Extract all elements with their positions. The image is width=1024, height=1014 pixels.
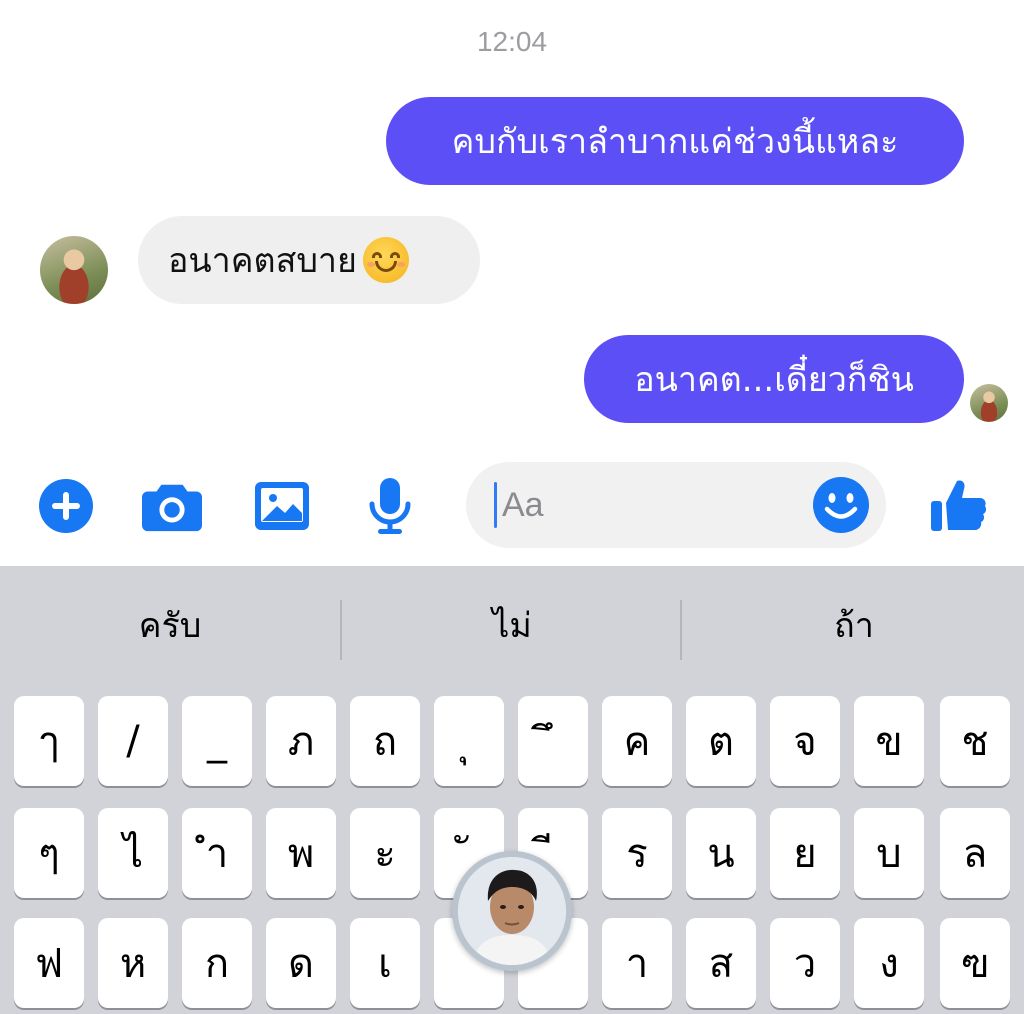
suggestion-divider	[680, 600, 682, 660]
message-text: อนาคตสบาย	[168, 241, 357, 281]
keyboard-key[interactable]: ฟ	[14, 918, 84, 1008]
keyboard-key[interactable]: พ	[266, 808, 336, 898]
keyboard-key[interactable]: ส	[686, 918, 756, 1008]
microphone-icon[interactable]	[360, 476, 420, 536]
incoming-message[interactable]: อนาคตสบาย	[138, 216, 480, 304]
keyboard-key[interactable]: ข	[854, 696, 924, 786]
keyboard-key[interactable]: ถ	[350, 696, 420, 786]
keyboard-key[interactable]: ต	[686, 696, 756, 786]
timestamp: 12:04	[476, 26, 548, 57]
outgoing-message[interactable]: อนาคต...เดี๋ยวก็ชิน	[584, 335, 964, 423]
message-composer: Aa	[0, 458, 1024, 554]
keyboard-key[interactable]: /	[98, 696, 168, 786]
keyboard-key[interactable]: จ	[770, 696, 840, 786]
message-text: คบกับเราลำบากแค่ช่วงนี้แหละ	[451, 122, 899, 162]
plus-icon[interactable]	[36, 476, 96, 536]
keyboard-key[interactable]: ง	[854, 918, 924, 1008]
keyboard-key[interactable]: ะ	[350, 808, 420, 898]
keyboard-key[interactable]: _	[182, 696, 252, 786]
smiling-face-emoji	[362, 237, 409, 283]
keyboard-key[interactable]: ค	[602, 696, 672, 786]
keyboard-key[interactable]: ฃ	[940, 918, 1010, 1008]
message-input[interactable]: Aa	[466, 462, 886, 548]
message-text: อนาคต...เดี๋ยวก็ชิน	[634, 360, 914, 400]
friend-avatar[interactable]	[40, 236, 108, 304]
keyboard-key[interactable]: ย	[770, 808, 840, 898]
suggestion-item[interactable]: ครับ	[0, 598, 340, 652]
keyboard-key[interactable]: ๆ	[14, 808, 84, 898]
keyboard-key[interactable]: ุ	[434, 696, 504, 786]
suggestion-item[interactable]: ไม่	[342, 598, 682, 652]
read-receipt-avatar	[970, 384, 1008, 422]
keyboard-key[interactable]: บ	[854, 808, 924, 898]
keyboard-key[interactable]: ำ	[182, 808, 252, 898]
keyboard-key[interactable]: ไ	[98, 808, 168, 898]
message-placeholder: Aa	[502, 486, 544, 524]
keyboard-key[interactable]: น	[686, 808, 756, 898]
text-cursor	[494, 482, 497, 528]
keyboard-key[interactable]: ว	[770, 918, 840, 1008]
keyboard-key[interactable]: ล	[940, 808, 1010, 898]
keyboard-key[interactable]: ร	[602, 808, 672, 898]
floating-chat-head-avatar[interactable]	[452, 851, 572, 971]
keyboard-key[interactable]: ด	[266, 918, 336, 1008]
keyboard-key[interactable]: ๅ	[14, 696, 84, 786]
keyboard-key[interactable]: ห	[98, 918, 168, 1008]
outgoing-message[interactable]: คบกับเราลำบากแค่ช่วงนี้แหละ	[386, 97, 964, 185]
suggestion-bar: ครับ ไม่ ถ้า	[0, 566, 1024, 694]
smile-icon[interactable]	[812, 476, 870, 534]
keyboard-key[interactable]: า	[602, 918, 672, 1008]
keyboard-key[interactable]: ภ	[266, 696, 336, 786]
keyboard-key[interactable]: ึ	[518, 696, 588, 786]
keyboard-key[interactable]: ก	[182, 918, 252, 1008]
keyboard-key[interactable]: เ	[350, 918, 420, 1008]
thumbs-up-icon[interactable]	[928, 476, 988, 536]
keyboard-key[interactable]: ช	[940, 696, 1010, 786]
gallery-icon[interactable]	[252, 476, 312, 536]
camera-icon[interactable]	[142, 476, 202, 536]
suggestion-item[interactable]: ถ้า	[684, 598, 1024, 652]
